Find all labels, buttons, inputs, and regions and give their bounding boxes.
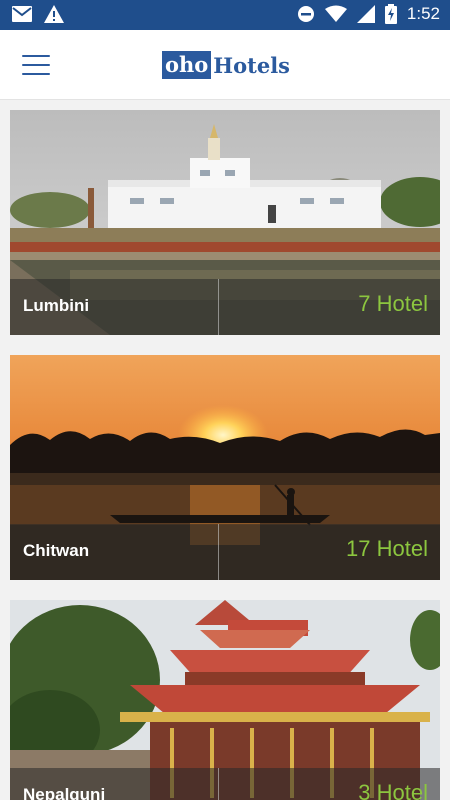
card-overlay: Chitwan 17 Hotel bbox=[10, 524, 440, 580]
logo-oho: oho bbox=[162, 51, 212, 79]
hotel-count: 3 Hotel bbox=[358, 780, 428, 800]
status-time: 1:52 bbox=[406, 4, 440, 23]
overlay-divider bbox=[218, 279, 219, 335]
battery-charging-icon bbox=[384, 4, 397, 24]
hotel-count: 7 Hotel bbox=[358, 291, 428, 316]
overlay-divider bbox=[218, 768, 219, 800]
city-name: Lumbini bbox=[23, 296, 90, 315]
destination-card-nepalgunj[interactable]: Nepalgunj 3 Hotel bbox=[10, 600, 440, 800]
city-name: Nepalgunj bbox=[23, 785, 106, 800]
overlay-divider bbox=[218, 524, 219, 580]
hotel-count: 17 Hotel bbox=[346, 536, 428, 561]
do-not-disturb-icon bbox=[297, 6, 314, 22]
mail-icon bbox=[12, 6, 32, 22]
wifi-icon bbox=[324, 5, 347, 22]
city-name: Chitwan bbox=[23, 541, 90, 560]
status-left-icons bbox=[12, 5, 64, 23]
warning-icon bbox=[44, 5, 64, 23]
status-bar: 1:52 bbox=[0, 0, 450, 30]
signal-icon bbox=[356, 5, 375, 23]
app-bar: oho Hotels bbox=[0, 30, 450, 100]
card-overlay: Nepalgunj 3 Hotel bbox=[10, 768, 440, 800]
card-overlay: Lumbini 7 Hotel bbox=[10, 279, 440, 335]
hamburger-menu-icon[interactable] bbox=[20, 52, 52, 78]
app-logo: oho Hotels bbox=[162, 51, 290, 79]
status-right-icons: 1:52 bbox=[297, 4, 440, 24]
destination-card-lumbini[interactable]: Lumbini 7 Hotel bbox=[10, 110, 440, 335]
destination-card-chitwan[interactable]: Chitwan 17 Hotel bbox=[10, 355, 440, 580]
logo-hotels: Hotels bbox=[213, 52, 291, 78]
